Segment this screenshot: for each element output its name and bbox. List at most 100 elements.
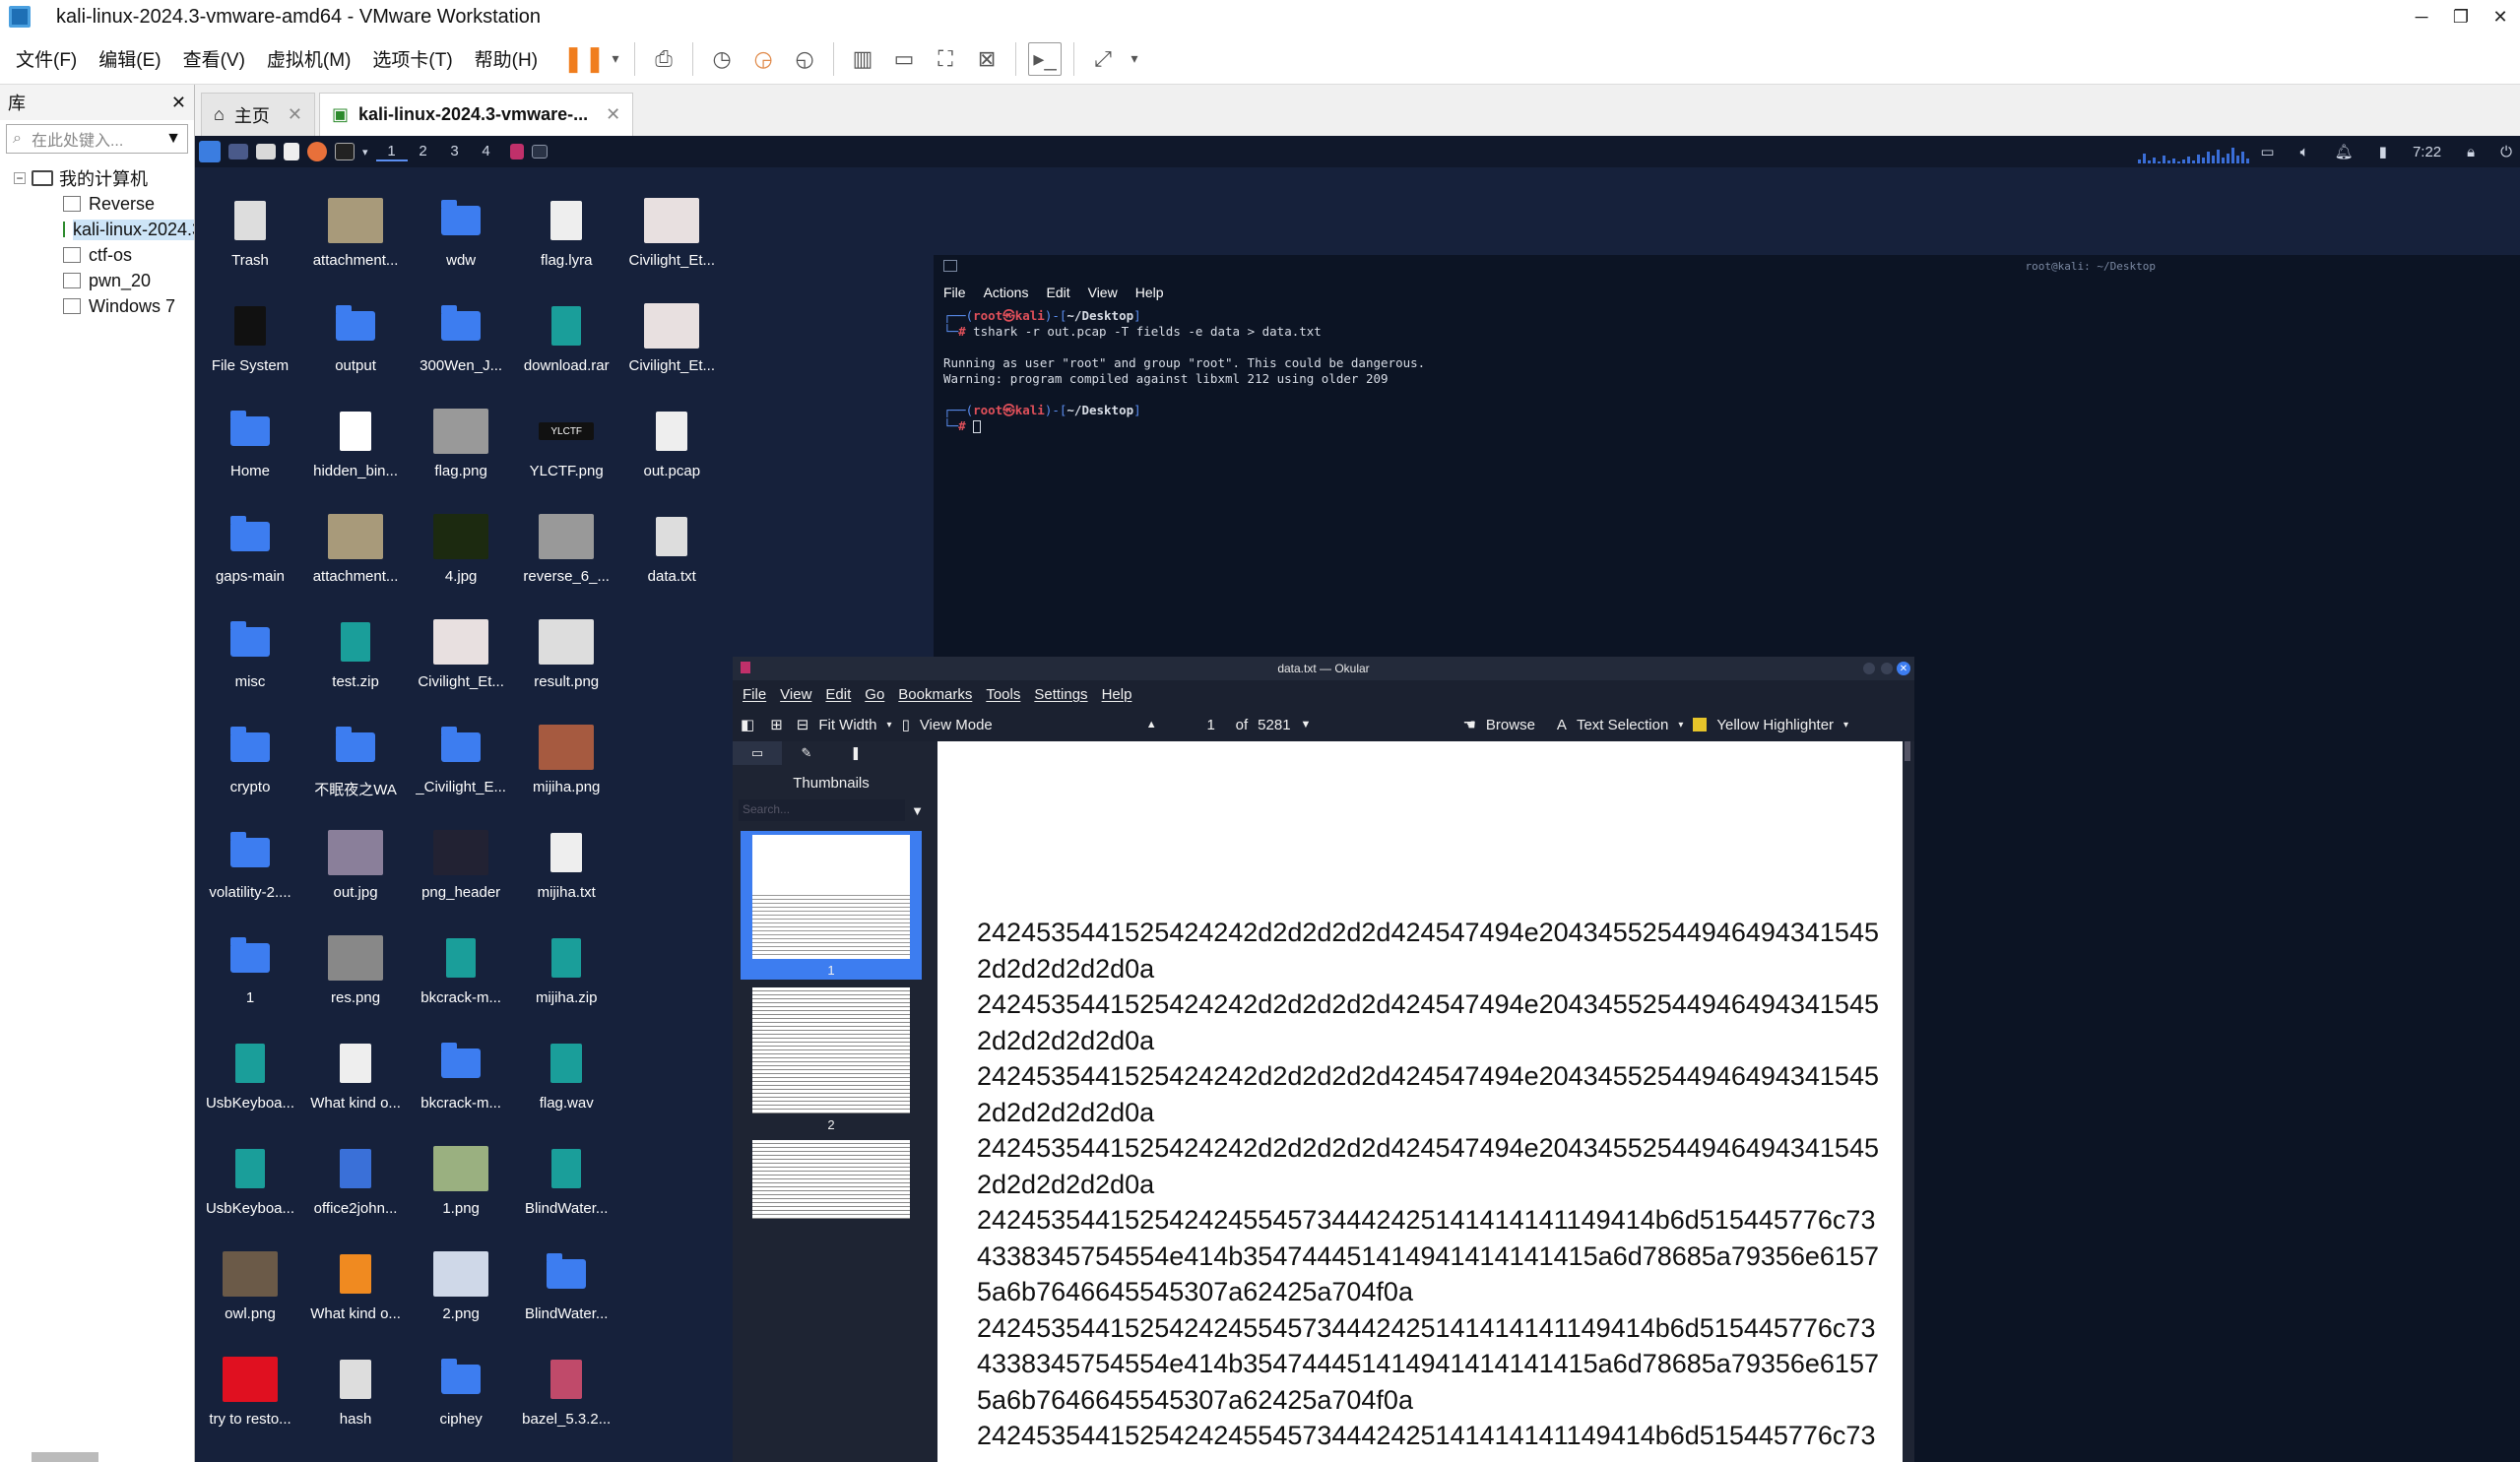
desktop-icon[interactable]: attachment... bbox=[304, 197, 407, 269]
restore-button[interactable]: ❐ bbox=[2441, 0, 2481, 33]
desktop-icon[interactable]: png_header bbox=[410, 829, 512, 901]
desktop-icon[interactable]: misc bbox=[199, 618, 301, 690]
tree-vm-ctf-os[interactable]: ctf-os bbox=[0, 242, 194, 268]
desktop-icon[interactable]: res.png bbox=[304, 934, 407, 1006]
okular-menu-file[interactable]: File bbox=[743, 686, 766, 703]
library-search[interactable]: ⌕ 在此处键入... ▼ bbox=[6, 124, 188, 154]
console-view-icon[interactable]: ▸_ bbox=[1028, 41, 1063, 76]
terminal-menu-help[interactable]: Help bbox=[1135, 285, 1164, 300]
send-keys-icon[interactable]: ⎙ bbox=[647, 42, 680, 76]
desktop-icon[interactable]: out.pcap bbox=[620, 408, 723, 479]
thumbnail-page-1[interactable]: 1 bbox=[741, 831, 922, 980]
tab-kali[interactable]: ▣ kali-linux-2024.3-vmware-... ✕ bbox=[318, 93, 634, 136]
menu-file[interactable]: 文件(F) bbox=[16, 45, 77, 72]
bookmarks-tab-icon[interactable]: ❚ bbox=[831, 741, 880, 765]
desktop-icon[interactable]: 不眠夜之WA bbox=[304, 724, 407, 799]
sidebar-toggle-icon[interactable]: ▥ bbox=[846, 42, 879, 76]
library-scrollbar[interactable] bbox=[32, 1452, 98, 1462]
close-button[interactable]: ✕ bbox=[1897, 662, 1910, 675]
desktop-icon[interactable]: UsbKeyboa... bbox=[199, 1040, 301, 1112]
chevron-down-icon[interactable]: ▾ bbox=[609, 42, 622, 76]
text-editor-icon[interactable] bbox=[284, 143, 299, 160]
unity-icon[interactable]: ⊠ bbox=[970, 42, 1003, 76]
tab-close-button[interactable]: ✕ bbox=[288, 104, 302, 125]
desktop-icon[interactable]: YLCTF YLCTF.png bbox=[515, 408, 617, 479]
lock-icon[interactable]: 🔒︎ bbox=[2467, 144, 2475, 160]
desktop-icon[interactable]: mijiha.txt bbox=[515, 829, 617, 901]
filter-icon[interactable]: ▼ bbox=[911, 803, 924, 818]
chevron-down-icon[interactable]: ▾ bbox=[1678, 720, 1683, 731]
terminal-menu-file[interactable]: File bbox=[943, 285, 966, 300]
fullscreen-icon[interactable]: ⛶ bbox=[929, 42, 962, 76]
desktop-icon[interactable]: 1.png bbox=[410, 1145, 512, 1217]
desktop-icon[interactable]: flag.wav bbox=[515, 1040, 617, 1112]
tree-vm-reverse[interactable]: Reverse bbox=[0, 191, 194, 217]
next-page-icon[interactable]: ▼ bbox=[1301, 719, 1312, 731]
revert-snapshot-icon[interactable]: ◶ bbox=[746, 42, 780, 76]
menu-tabs[interactable]: 选项卡(T) bbox=[372, 45, 452, 72]
firefox-icon[interactable] bbox=[307, 142, 327, 161]
desktop-icon[interactable]: 300Wen_J... bbox=[410, 302, 512, 374]
okular-taskbar-icon[interactable] bbox=[509, 144, 524, 159]
volume-icon[interactable]: 🔈︎ bbox=[2300, 144, 2309, 160]
desktop-icon[interactable]: 2.png bbox=[410, 1250, 512, 1322]
page-number-input[interactable]: 1 bbox=[1196, 717, 1226, 733]
desktop-icon[interactable]: hidden_bin... bbox=[304, 408, 407, 479]
desktop-icon[interactable]: ciphey bbox=[410, 1356, 512, 1428]
desktop-icon[interactable]: hash bbox=[304, 1356, 407, 1428]
desktop-icon[interactable]: owl.png bbox=[199, 1250, 301, 1322]
desktop-icon[interactable]: BlindWater... bbox=[515, 1145, 617, 1217]
menu-edit[interactable]: 编辑(E) bbox=[98, 45, 161, 72]
browse-icon[interactable]: ☚ bbox=[1462, 716, 1475, 733]
minimize-button[interactable]: ─ bbox=[2402, 0, 2441, 33]
chevron-down-icon[interactable]: ▾ bbox=[362, 146, 368, 159]
zoom-select[interactable]: Fit Width bbox=[818, 717, 876, 733]
zoom-out-icon[interactable]: ⊟ bbox=[797, 716, 809, 733]
thumbnail-search-input[interactable]: Search... bbox=[739, 799, 906, 821]
guest-screen[interactable]: ▾ 1 2 3 4 ▭ 🔈︎ 🔔︎ ▮ 7:22 🔒︎ ⏻ Trash atta… bbox=[195, 136, 2520, 1462]
desktop-icon[interactable]: flag.lyra bbox=[515, 197, 617, 269]
desktop-icon[interactable]: test.zip bbox=[304, 618, 407, 690]
thumbnail-page-2[interactable]: 2 bbox=[741, 987, 922, 1132]
desktop-icon[interactable]: What kind o... bbox=[304, 1250, 407, 1322]
desktop-icon[interactable]: What kind o... bbox=[304, 1040, 407, 1112]
desktop-icon[interactable]: bazel_5.3.2... bbox=[515, 1356, 617, 1428]
pause-icon[interactable]: ❚❚ bbox=[562, 42, 606, 76]
minimize-button[interactable] bbox=[1863, 663, 1875, 674]
desktop-icon[interactable]: UsbKeyboa... bbox=[199, 1145, 301, 1217]
desktop-icon[interactable]: result.png bbox=[515, 618, 617, 690]
highlighter-button[interactable]: Yellow Highlighter bbox=[1716, 717, 1834, 733]
text-selection-button[interactable]: Text Selection bbox=[1577, 717, 1668, 733]
desktop-icon[interactable]: Trash bbox=[199, 197, 301, 269]
tab-home[interactable]: ⌂ 主页 ✕ bbox=[201, 93, 315, 136]
view-mode-button[interactable]: View Mode bbox=[920, 717, 993, 733]
annotations-tab-icon[interactable]: ✎ bbox=[782, 741, 831, 765]
browse-tool-button[interactable]: Browse bbox=[1486, 717, 1535, 733]
desktop-icon[interactable]: mijiha.png bbox=[515, 724, 617, 795]
snapshot-manager-icon[interactable]: ◵ bbox=[788, 42, 821, 76]
workspace-4[interactable]: 4 bbox=[471, 143, 502, 161]
desktop-icon[interactable]: download.rar bbox=[515, 302, 617, 374]
kali-menu-icon[interactable] bbox=[199, 141, 221, 162]
terminal-menu-edit[interactable]: Edit bbox=[1046, 285, 1069, 300]
desktop-icon[interactable]: reverse_6_... bbox=[515, 513, 617, 585]
display-icon[interactable]: ▭ bbox=[2260, 143, 2274, 160]
document-scrollbar[interactable] bbox=[1905, 741, 1910, 761]
previous-page-icon[interactable]: ▲ bbox=[1146, 719, 1157, 731]
desktop-icon[interactable]: attachment... bbox=[304, 513, 407, 585]
tree-vm-windows7[interactable]: Windows 7 bbox=[0, 293, 194, 319]
workspace-3[interactable]: 3 bbox=[439, 143, 471, 161]
chevron-down-icon[interactable]: ▾ bbox=[1128, 42, 1141, 76]
desktop-icon[interactable]: mijiha.zip bbox=[515, 934, 617, 1006]
okular-menu-settings[interactable]: Settings bbox=[1034, 686, 1087, 703]
workspace-1[interactable]: 1 bbox=[375, 143, 408, 161]
desktop-icon[interactable]: data.txt bbox=[620, 513, 723, 585]
desktop-icon[interactable]: Civilight_Et... bbox=[620, 197, 723, 269]
power-icon[interactable]: ⏻ bbox=[2500, 144, 2512, 160]
desktop-icon[interactable]: Civilight_Et... bbox=[620, 302, 723, 374]
highlighter-icon[interactable] bbox=[1693, 718, 1708, 731]
okular-menu-bookmarks[interactable]: Bookmarks bbox=[898, 686, 972, 703]
desktop-icon[interactable]: Home bbox=[199, 408, 301, 479]
desktop-icon[interactable]: gaps-main bbox=[199, 513, 301, 585]
thumbnail-page-3[interactable] bbox=[741, 1140, 922, 1219]
